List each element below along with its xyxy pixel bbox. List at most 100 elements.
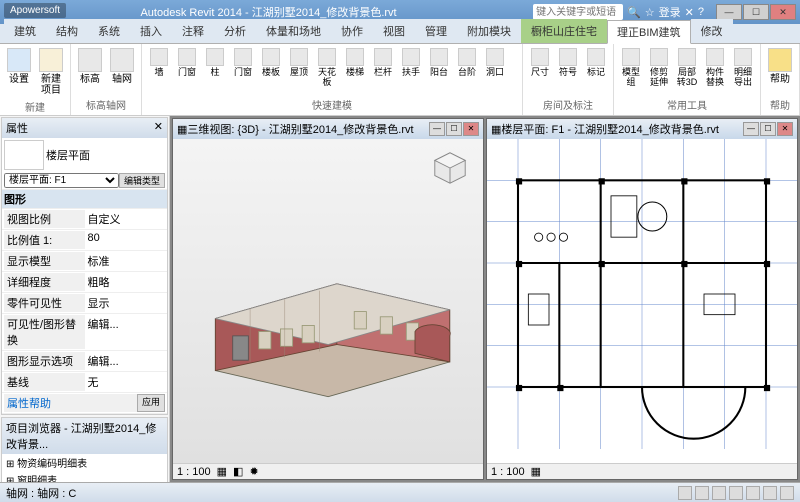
prop-value[interactable]: 编辑... [85,315,166,349]
ribbon-help[interactable]: 帮助 [765,46,795,87]
maximize-button[interactable]: ☐ [743,4,769,20]
tab-annotate[interactable]: 注释 [172,19,214,43]
ribbon-replace[interactable]: 构件 替换 [702,46,728,89]
status-icon[interactable] [695,486,709,500]
help-icon[interactable]: ? [698,6,704,18]
status-icon[interactable] [746,486,760,500]
view3d-tool-icon[interactable]: ✹ [249,465,258,478]
ribbon-floor[interactable]: 楼板 [258,46,284,79]
prop-value[interactable]: 80 [85,231,166,249]
properties-help-link[interactable]: 属性帮助 [4,394,137,412]
view3d-scale[interactable]: 1 : 100 [177,466,211,478]
panel-close-icon[interactable]: ✕ [154,120,163,136]
status-icon[interactable] [712,486,726,500]
app-title: Autodesk Revit 2014 - 江湖别墅2014_修改背景色.rvt [4,4,533,20]
tab-view[interactable]: 视图 [373,19,415,43]
tab-system[interactable]: 系统 [88,19,130,43]
ribbon-grid[interactable]: 轴网 [107,46,137,87]
ribbon-column[interactable]: 柱 [202,46,228,79]
ribbon-railing[interactable]: 栏杆 [370,46,396,79]
prop-value[interactable]: 自定义 [85,210,166,228]
view3d-canvas[interactable] [173,139,483,463]
ribbon-dimension[interactable]: 尺寸 [527,46,553,79]
tab-analyze[interactable]: 分析 [214,19,256,43]
tab-mass[interactable]: 体量和场地 [256,19,331,43]
type-name[interactable]: 楼层平面 [46,147,165,163]
status-icon[interactable] [780,486,794,500]
ribbon-new-project[interactable]: 新建 项目 [36,46,66,98]
recorder-watermark: Apowersoft [4,3,66,18]
viewcube[interactable] [431,149,469,187]
ribbon-level[interactable]: 标高 [75,46,105,87]
tab-struct[interactable]: 结构 [46,19,88,43]
close-button[interactable]: ✕ [770,4,796,20]
ribbon-symbol[interactable]: 符号 [555,46,581,79]
ribbon-export[interactable]: 明细 导出 [730,46,756,89]
minimize-button[interactable]: — [716,4,742,20]
status-icon[interactable] [763,486,777,500]
prop-value[interactable]: 粗略 [85,273,166,291]
prop-value[interactable]: 编辑... [85,352,166,370]
tab-insert[interactable]: 插入 [130,19,172,43]
prop-key: 比例值 1: [4,231,85,249]
prop-value[interactable]: 无 [85,373,166,391]
tab-addins[interactable]: 附加模块 [457,19,521,43]
viewplan-scale[interactable]: 1 : 100 [491,466,525,478]
ribbon-door-window[interactable]: 门窗 [174,46,200,79]
viewplan-canvas[interactable] [487,139,797,463]
ribbon-wall[interactable]: 墙 [146,46,172,79]
tab-manage[interactable]: 管理 [415,19,457,43]
view3d-tool-icon[interactable]: ▦ [217,465,227,478]
apply-button[interactable]: 应用 [137,394,165,412]
prop-value[interactable]: 标准 [85,252,166,270]
viewplan-tool-icon[interactable]: ▦ [531,465,541,478]
tab-arch[interactable]: 建筑 [4,19,46,43]
viewplan-max[interactable]: ☐ [760,122,776,136]
exchange-icon[interactable]: ✕ [685,6,694,19]
view3d-min[interactable]: — [429,122,445,136]
browser-item[interactable]: ⊞ 物资编码明细表 [2,454,167,471]
ribbon-trim[interactable]: 修剪 延伸 [646,46,672,89]
browser-item[interactable]: ⊞ 窗明细表 [2,471,167,482]
ribbon-opening[interactable]: 门窗 [230,46,256,79]
ribbon-ceiling[interactable]: 天花板 [314,46,340,89]
view3d-tool-icon[interactable]: ◧ [233,465,243,478]
view3d-close[interactable]: ✕ [463,122,479,136]
viewplan-min[interactable]: — [743,122,759,136]
ribbon-tag[interactable]: 标记 [583,46,609,79]
login-link[interactable]: 登录 [659,4,681,20]
view3d-max[interactable]: ☐ [446,122,462,136]
viewplan-close[interactable]: ✕ [777,122,793,136]
status-icon[interactable] [678,486,692,500]
instance-selector[interactable]: 楼层平面: F1 [4,173,119,188]
tab-cabinet[interactable]: 橱柜山庄住宅 [521,19,607,43]
edit-type-button[interactable]: 编辑类型 [119,173,165,188]
search-icon[interactable]: 🔍 [627,6,641,19]
status-icon[interactable] [729,486,743,500]
group-label-tools: 常用工具 [618,96,756,113]
ribbon-balcony[interactable]: 阳台 [426,46,452,79]
group-label-model: 快速建模 [146,96,518,113]
tab-collab[interactable]: 协作 [331,19,373,43]
ribbon-hole[interactable]: 洞口 [482,46,508,79]
prop-value[interactable]: 显示 [85,294,166,312]
ribbon-step[interactable]: 台阶 [454,46,480,79]
status-text: 轴网 : 轴网 : C [6,485,678,501]
ribbon-model-group[interactable]: 模型 组 [618,46,644,89]
tab-lizheng-bim[interactable]: 理正BIM建筑 [607,20,691,44]
prop-key: 零件可见性 [4,294,85,312]
help-search-input[interactable] [533,4,623,20]
group-label-grid: 标高轴网 [75,96,137,113]
viewplan-title: 楼层平面: F1 - 江湖别墅2014_修改背景色.rvt [501,121,742,137]
statusbar: 轴网 : 轴网 : C [0,482,800,502]
ribbon-stairs[interactable]: 楼梯 [342,46,368,79]
ribbon-to3d[interactable]: 局部 转3D [674,46,700,89]
ribbon-roof[interactable]: 屋顶 [286,46,312,79]
ribbon-handrail[interactable]: 扶手 [398,46,424,79]
ribbon-panel: 设置 新建 项目 新建 标高 轴网 标高轴网 墙 门窗 柱 门窗 楼板 屋顶 天… [0,44,800,116]
ribbon-settings[interactable]: 设置 [4,46,34,87]
star-icon[interactable]: ☆ [645,6,655,19]
group-label-help: 帮助 [765,96,795,113]
tab-modify[interactable]: 修改 [691,19,733,43]
prop-key: 可见性/图形替换 [4,315,85,349]
